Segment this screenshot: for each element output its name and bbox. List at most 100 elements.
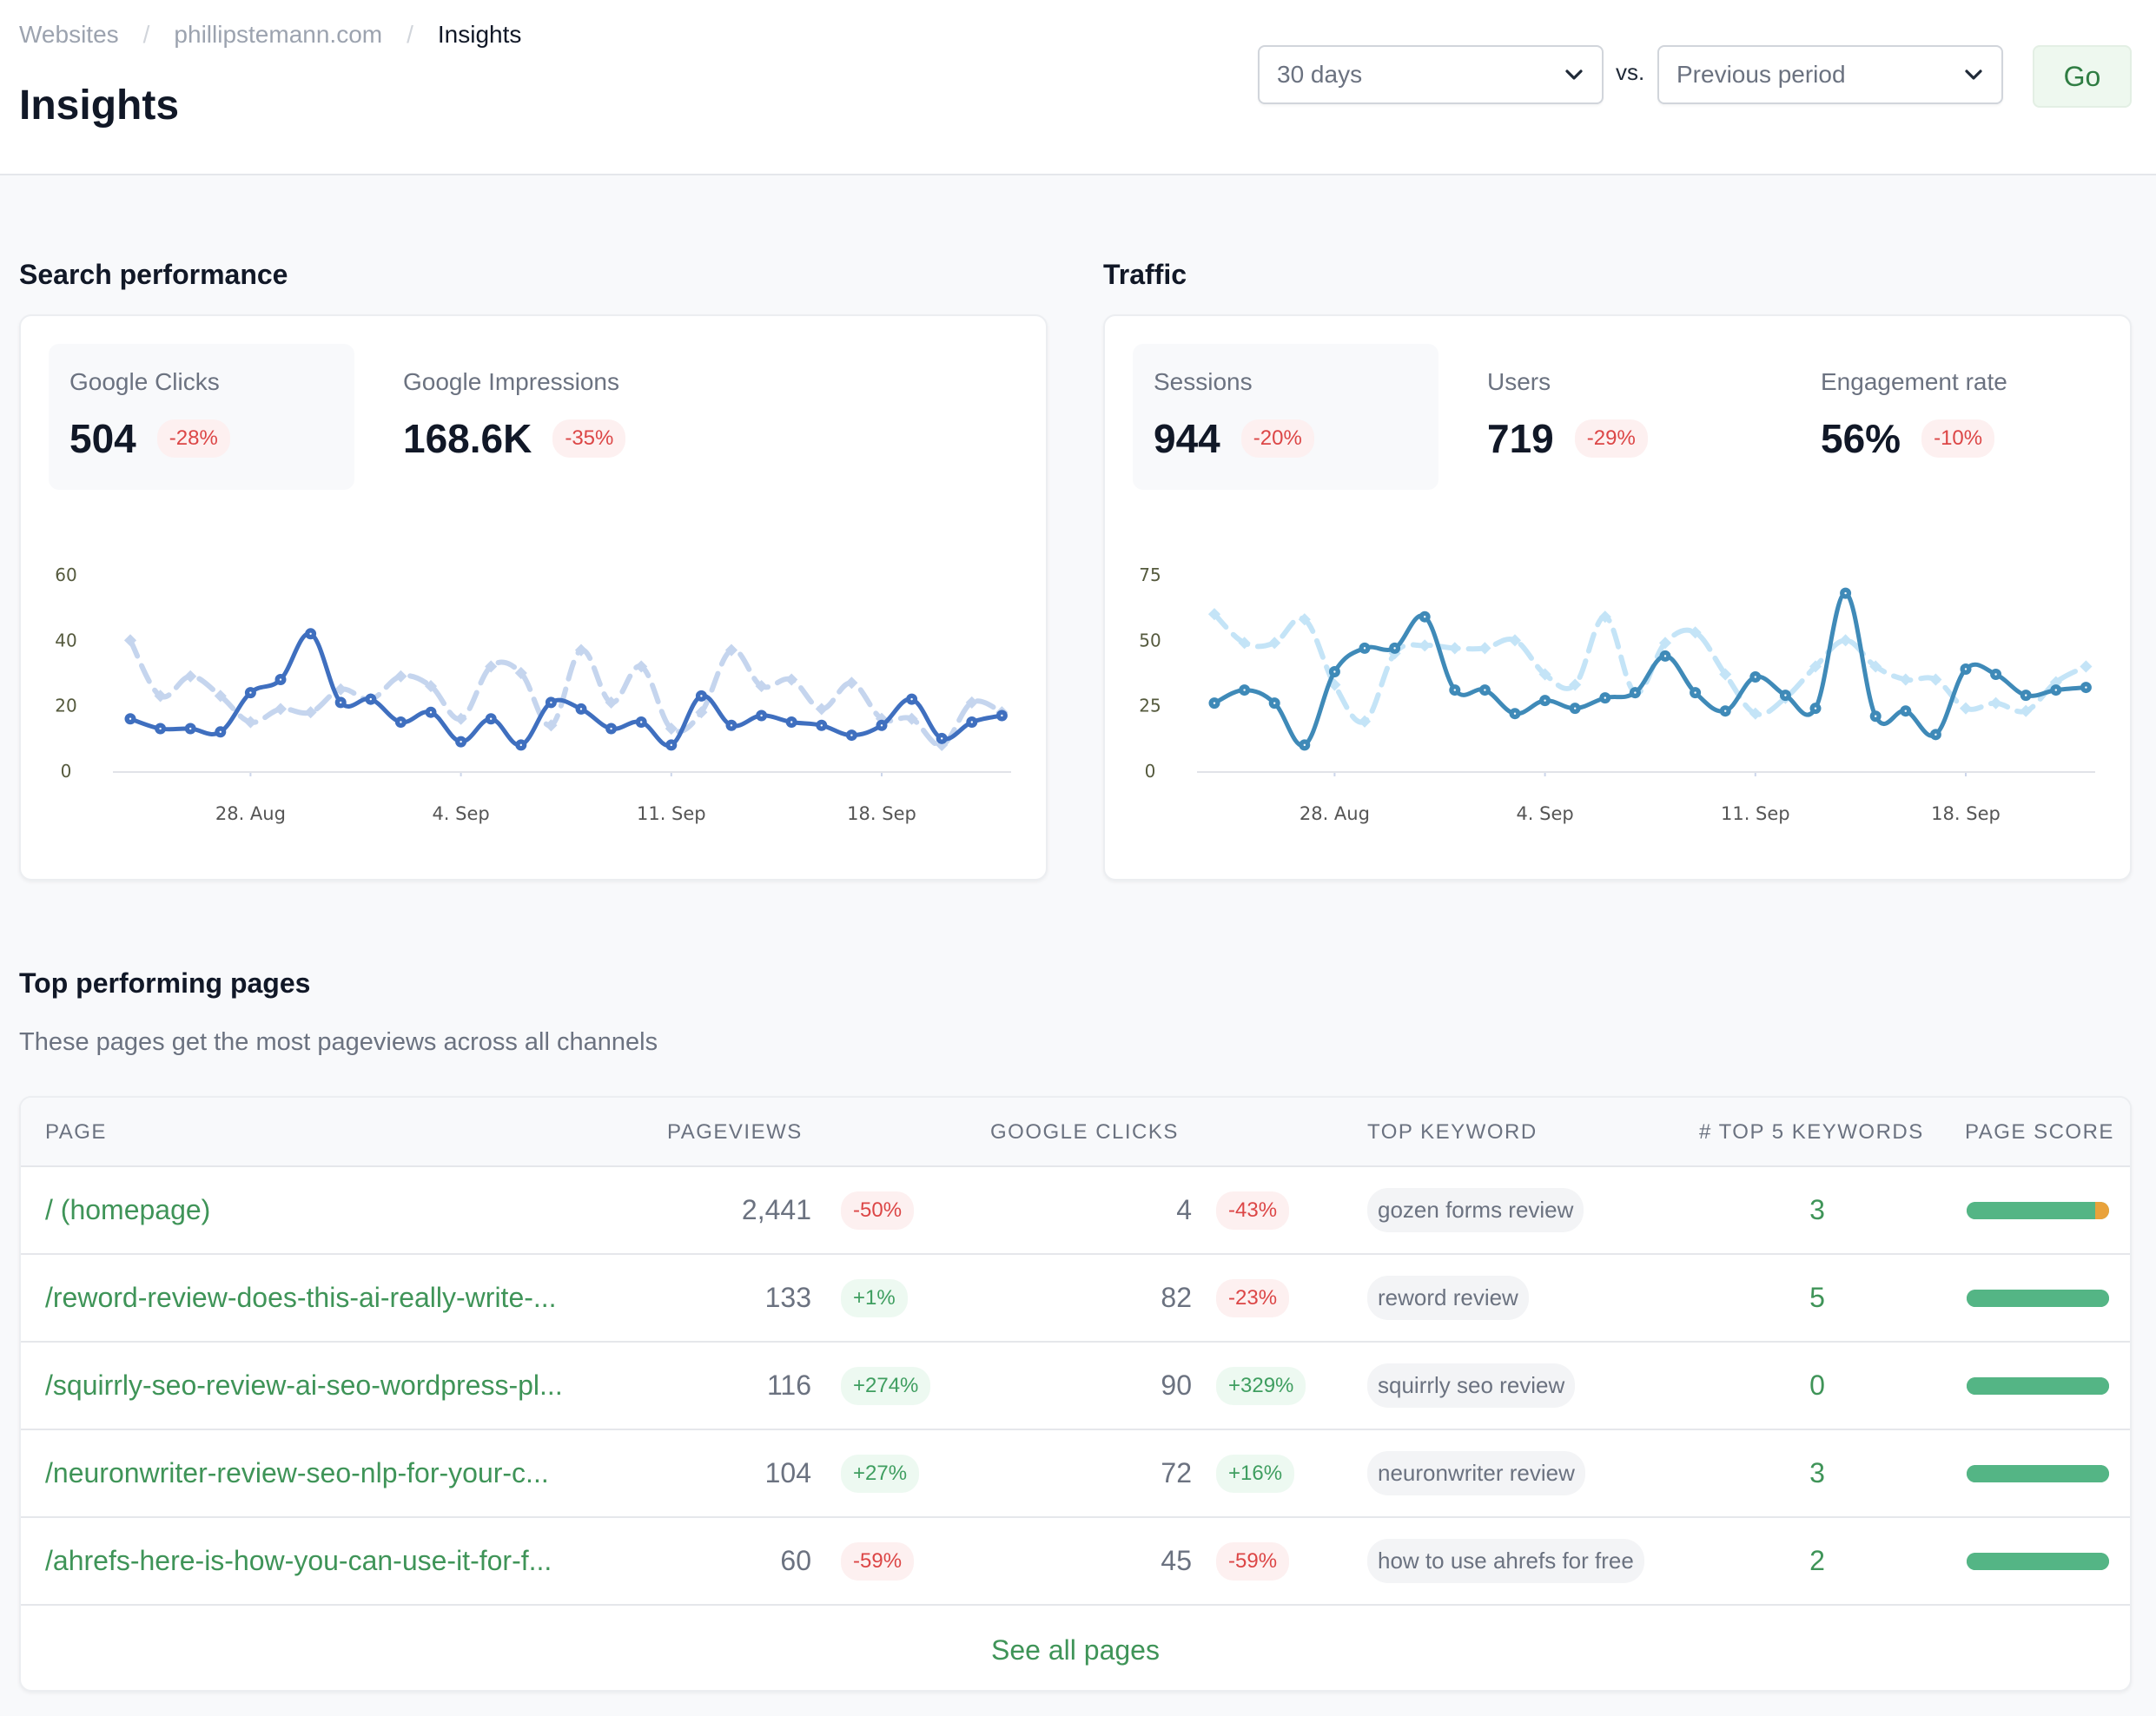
google-clicks-value: 82 bbox=[1161, 1282, 1192, 1313]
previous-period-point bbox=[1929, 673, 1942, 686]
point-center bbox=[610, 727, 612, 730]
comparison-select[interactable]: Previous period bbox=[1657, 45, 2003, 104]
previous-period-point bbox=[1989, 696, 2002, 710]
x-tick-label: 11. Sep bbox=[637, 803, 706, 824]
column-header-google-clicks[interactable]: GOOGLE CLICKS bbox=[990, 1120, 1179, 1145]
point-center bbox=[790, 721, 793, 723]
metric-label: Users bbox=[1487, 368, 1551, 395]
point-center bbox=[1001, 714, 1003, 717]
page-link[interactable]: / (homepage) bbox=[45, 1167, 210, 1253]
y-tick-label: 25 bbox=[1139, 696, 1161, 716]
point-center bbox=[1934, 733, 1937, 736]
point-center bbox=[1273, 702, 1276, 704]
point-center bbox=[970, 721, 974, 723]
change-badge: -10% bbox=[1921, 419, 1995, 458]
previous-period-point bbox=[1268, 637, 1281, 650]
previous-period-point bbox=[1358, 715, 1372, 728]
table-row: / (homepage) 2,441 -50% 4 -43% gozen forms re… bbox=[21, 1167, 2130, 1255]
clicks-change-badge: -43% bbox=[1216, 1191, 1290, 1230]
metric-sessions[interactable]: Sessions 944 -20% bbox=[1133, 344, 1438, 490]
page-link[interactable]: /ahrefs-here-is-how-you-can-use-it-for-f… bbox=[45, 1518, 552, 1604]
top-bar: Websites / phillipstemann.com / Insights… bbox=[0, 0, 2156, 175]
current-period-line bbox=[1212, 591, 2088, 748]
page-score-bar bbox=[1967, 1553, 2109, 1570]
page-score-fill bbox=[1967, 1202, 2095, 1219]
column-header-page-score[interactable]: PAGE SCORE bbox=[1965, 1120, 2114, 1145]
previous-period-point bbox=[274, 703, 288, 716]
point-center bbox=[1363, 647, 1366, 650]
point-center bbox=[1904, 710, 1907, 712]
pageviews-change-badge: +27% bbox=[841, 1454, 920, 1493]
point-center bbox=[550, 701, 552, 704]
point-center bbox=[1604, 696, 1606, 699]
top-keyword-tag: squirrly seo review bbox=[1367, 1363, 1576, 1408]
previous-period-point bbox=[454, 712, 467, 725]
google-clicks-value: 45 bbox=[1161, 1545, 1192, 1576]
top-keyword-tag: how to use ahrefs for free bbox=[1367, 1539, 1644, 1583]
see-all-pages-link[interactable]: See all pages bbox=[21, 1607, 2130, 1690]
page-score-bar bbox=[1967, 1202, 2109, 1219]
google-clicks-value: 4 bbox=[1176, 1194, 1192, 1225]
previous-period-point bbox=[1419, 639, 1432, 652]
comparison-select-value: Previous period bbox=[1677, 61, 1846, 88]
point-center bbox=[369, 697, 372, 701]
breadcrumb: Websites / phillipstemann.com / Insights bbox=[19, 21, 521, 49]
point-center bbox=[1453, 689, 1456, 691]
point-center bbox=[429, 711, 433, 714]
page-link[interactable]: /squirrly-seo-review-ai-seo-wordpress-pl… bbox=[45, 1343, 563, 1429]
go-button[interactable]: Go bbox=[2033, 45, 2132, 108]
period-select[interactable]: 30 days bbox=[1258, 45, 1604, 104]
point-center bbox=[1875, 715, 1877, 717]
x-tick-label: 28. Aug bbox=[1300, 803, 1370, 824]
breadcrumb-websites[interactable]: Websites bbox=[19, 21, 119, 49]
page-score-bar bbox=[1967, 1465, 2109, 1482]
point-center bbox=[309, 632, 312, 635]
table-row: /reword-review-does-this-ai-really-write… bbox=[21, 1255, 2130, 1343]
breadcrumb-separator: / bbox=[407, 21, 413, 48]
point-center bbox=[1424, 616, 1426, 618]
metric-value: 56% bbox=[1821, 416, 1901, 461]
metric-label: Google Clicks bbox=[69, 368, 220, 395]
pageviews-change-badge: -50% bbox=[841, 1191, 915, 1230]
pageviews-value: 2,441 bbox=[741, 1194, 811, 1225]
point-center bbox=[640, 721, 643, 723]
metric-value: 944 bbox=[1154, 416, 1220, 461]
search-performance-title: Search performance bbox=[19, 259, 288, 290]
metric-users[interactable]: Users 719 -29% bbox=[1466, 344, 1772, 490]
y-tick-label: 60 bbox=[55, 564, 76, 585]
x-tick-label: 4. Sep bbox=[432, 803, 489, 824]
table-header: PAGE PAGEVIEWS GOOGLE CLICKS TOP KEYWORD… bbox=[21, 1098, 2130, 1167]
point-center bbox=[760, 714, 763, 717]
y-tick-label: 40 bbox=[55, 630, 76, 650]
breadcrumb-site[interactable]: phillipstemann.com bbox=[174, 21, 382, 49]
search-performance-chart: 0 20 40 60 28. Aug 4. Sep 11. Sep 18. Sep bbox=[55, 564, 1011, 824]
search-performance-card: Google Clicks 504 -28% Google Impression… bbox=[19, 314, 1048, 881]
google-clicks-value: 72 bbox=[1161, 1457, 1192, 1488]
previous-period-point bbox=[1478, 642, 1491, 655]
pageviews-change-badge: +274% bbox=[841, 1366, 931, 1405]
top5-keywords-count: 0 bbox=[1809, 1370, 1825, 1401]
column-header-page[interactable]: PAGE bbox=[45, 1120, 107, 1145]
point-center bbox=[1694, 691, 1696, 694]
page-link[interactable]: /reword-review-does-this-ai-really-write… bbox=[45, 1255, 557, 1341]
metric-google-impressions[interactable]: Google Impressions 168.6K -35% bbox=[382, 344, 688, 490]
page-link[interactable]: /neuronwriter-review-seo-nlp-for-your-c.… bbox=[45, 1430, 549, 1516]
metric-engagement-rate[interactable]: Engagement rate 56% -10% bbox=[1800, 344, 2106, 490]
point-center bbox=[189, 727, 192, 730]
point-center bbox=[670, 743, 672, 747]
previous-period-point bbox=[1448, 642, 1461, 655]
pageviews-value: 104 bbox=[764, 1457, 811, 1488]
top5-keywords-count: 5 bbox=[1809, 1282, 1825, 1313]
traffic-title: Traffic bbox=[1103, 259, 1187, 290]
page-score-bar bbox=[1967, 1290, 2109, 1307]
column-header-pageviews[interactable]: PAGEVIEWS bbox=[667, 1120, 803, 1145]
column-header-top-keyword[interactable]: TOP KEYWORD bbox=[1367, 1120, 1538, 1145]
previous-period-point bbox=[845, 676, 858, 690]
point-center bbox=[1243, 689, 1246, 691]
column-header-top5-keywords[interactable]: # TOP 5 KEYWORDS bbox=[1699, 1120, 1924, 1145]
metric-google-clicks[interactable]: Google Clicks 504 -28% bbox=[49, 344, 354, 490]
top5-keywords-count: 3 bbox=[1809, 1194, 1825, 1225]
clicks-change-badge: -23% bbox=[1216, 1278, 1290, 1317]
vs-label: vs. bbox=[1616, 59, 1645, 85]
point-center bbox=[1754, 676, 1756, 678]
